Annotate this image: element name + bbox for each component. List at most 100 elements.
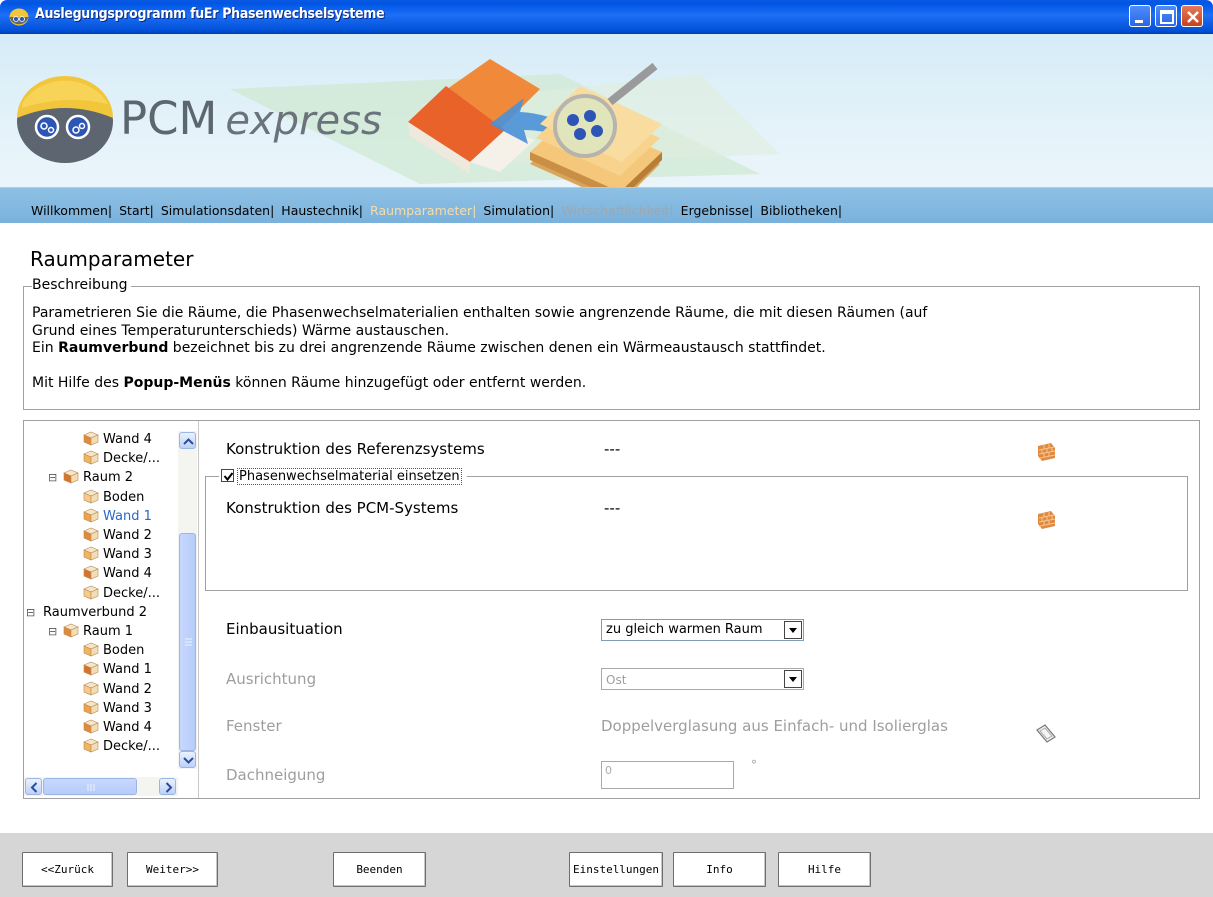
dachneigung-input[interactable]: 0 xyxy=(601,761,734,789)
brick-wall-icon[interactable] xyxy=(1035,442,1059,462)
tree-item[interactable]: Decke/... xyxy=(82,737,160,756)
tree-item-label: Wand 1 xyxy=(103,662,152,678)
tree-item-label: Raum 1 xyxy=(83,624,134,639)
chevron-down-icon xyxy=(183,757,194,764)
bold-term: Raumverbund xyxy=(58,340,169,356)
scroll-thumb[interactable] xyxy=(179,533,196,751)
expand-toggle-icon[interactable]: ⊟ xyxy=(48,468,58,487)
nav-item-simulation[interactable]: Simulation| xyxy=(483,203,554,218)
tree-item-label: Boden xyxy=(103,643,145,659)
room-cube-icon xyxy=(83,431,99,446)
ausrichtung-value: Ost xyxy=(606,673,627,687)
room-cube-icon xyxy=(83,450,99,465)
tree-item-label: Wand 2 xyxy=(103,681,152,697)
nav-item-willkommen[interactable]: Willkommen| xyxy=(31,203,112,218)
room-cube-icon xyxy=(83,566,99,580)
room-cube-icon xyxy=(83,489,99,504)
einbausituation-label: Einbausituation xyxy=(226,620,343,638)
maximize-icon xyxy=(1160,10,1174,24)
minimize-button[interactable] xyxy=(1129,5,1151,27)
tree-item[interactable]: Decke/... xyxy=(82,449,160,468)
settings-button[interactable]: Einstellungen xyxy=(569,852,663,887)
quit-button[interactable]: Beenden xyxy=(333,852,426,887)
nav-item-haustechnik[interactable]: Haustechnik| xyxy=(281,203,363,218)
tree-item[interactable]: ⊟ Raum 1 xyxy=(48,622,133,641)
pcm-checkbox-row[interactable]: Phasenwechselmaterial einsetzen xyxy=(219,468,467,486)
tree-item-label: Wand 1 xyxy=(103,508,152,524)
tree-item[interactable]: Wand 2 xyxy=(82,680,152,699)
pcm-checkbox-label[interactable]: Phasenwechselmaterial einsetzen xyxy=(237,468,462,485)
room-cube-icon xyxy=(83,662,99,676)
room-cube-icon xyxy=(83,642,99,657)
einbausituation-select[interactable]: zu gleich warmen Raum xyxy=(601,619,804,641)
room-cube-icon xyxy=(83,738,99,753)
scroll-down-button[interactable] xyxy=(179,751,196,768)
scroll-right-button[interactable] xyxy=(159,778,176,795)
scroll-thumb[interactable] xyxy=(43,778,137,795)
room-cube-icon xyxy=(83,700,99,715)
main-nav: Willkommen| Start| Simulationsdaten| Hauste… xyxy=(0,187,1213,223)
tree-item[interactable]: Wand 3 xyxy=(82,545,152,564)
brand-name: PCM xyxy=(120,92,218,145)
help-button[interactable]: Hilfe xyxy=(778,852,871,887)
tree-item-label: Decke/... xyxy=(103,585,160,601)
tree-item-label: Boden xyxy=(103,489,145,505)
window-title-bar: Auslegungsprogramm fuEr Phasenwechselsys… xyxy=(0,0,1213,34)
tree-item[interactable]: Decke/... xyxy=(82,584,160,603)
tree-item[interactable]: ⊟ Raumverbund 2 xyxy=(26,603,147,622)
brick-wall-icon[interactable] xyxy=(1035,510,1059,530)
nav-item-ergebnisse[interactable]: Ergebnisse| xyxy=(681,203,754,218)
tree-item[interactable]: Wand 4 xyxy=(82,430,152,449)
tree-item-label: Raum 2 xyxy=(83,470,134,486)
nav-item-start[interactable]: Start| xyxy=(119,203,154,218)
nav-item-wirtschaftlichkeit: Wirtschaftlichkeit| xyxy=(561,203,674,218)
next-button[interactable]: Weiter>> xyxy=(127,852,218,887)
room-cube-icon xyxy=(83,527,99,542)
tree-vertical-scrollbar[interactable] xyxy=(178,431,197,769)
nav-item-raumparameter[interactable]: Raumparameter| xyxy=(370,203,476,218)
tree-item[interactable]: ⊟ Raum 2 xyxy=(48,468,133,487)
minimize-icon xyxy=(1135,20,1143,23)
dropdown-arrow-icon[interactable] xyxy=(784,670,802,688)
tree-item[interactable]: Boden xyxy=(82,488,144,507)
fenster-value: Doppelverglasung aus Einfach- und Isolie… xyxy=(601,717,948,735)
room-cube-icon xyxy=(83,681,99,696)
scroll-up-button[interactable] xyxy=(179,432,196,449)
nav-item-simulationsdaten[interactable]: Simulationsdaten| xyxy=(161,203,274,218)
tree-item-label: Wand 4 xyxy=(103,566,152,582)
reference-construction-label: Konstruktion des Referenzsystems xyxy=(226,440,485,458)
text-span: bezeichnet bis zu drei angrenzende Räume… xyxy=(168,340,826,356)
expand-toggle-icon[interactable]: ⊟ xyxy=(26,603,36,622)
close-button[interactable] xyxy=(1181,5,1203,27)
dropdown-arrow-icon[interactable] xyxy=(784,621,802,639)
einbausituation-value: zu gleich warmen Raum xyxy=(606,622,763,637)
maximize-button[interactable] xyxy=(1155,5,1177,27)
expand-toggle-icon[interactable]: ⊟ xyxy=(48,622,58,641)
scroll-left-button[interactable] xyxy=(25,778,42,795)
room-cube-icon xyxy=(83,546,99,561)
tree-item[interactable]: Wand 4 xyxy=(82,718,152,737)
tree-item[interactable]: Wand 1 xyxy=(82,660,152,679)
window-pane-icon[interactable] xyxy=(1033,723,1059,745)
tree-item[interactable]: Wand 1 xyxy=(82,507,152,526)
nav-items: Willkommen| Start| Simulationsdaten| Hauste… xyxy=(31,203,849,218)
chevron-right-icon xyxy=(165,782,173,793)
tree-horizontal-scrollbar[interactable] xyxy=(24,777,178,796)
tree-item-label: Wand 2 xyxy=(103,528,152,543)
info-button[interactable]: Info xyxy=(673,852,766,887)
back-button[interactable]: <<Zurück xyxy=(22,852,113,887)
nav-item-bibliotheken[interactable]: Bibliotheken| xyxy=(760,203,842,218)
tree-item-label: Wand 4 xyxy=(103,720,152,735)
tree-item[interactable]: Boden xyxy=(82,641,144,660)
tree-item[interactable]: Wand 4 xyxy=(82,564,152,583)
description-line: Parametrieren Sie die Räume, die Phasenw… xyxy=(32,305,928,321)
text-span: können Räume hinzugefügt oder entfernt w… xyxy=(230,375,587,391)
fenster-label: Fenster xyxy=(226,717,282,735)
ausrichtung-select[interactable]: Ost xyxy=(601,668,804,690)
tree-item[interactable]: Wand 2 xyxy=(82,526,152,545)
room-cube-icon xyxy=(83,585,99,600)
tree-item[interactable]: Wand 3 xyxy=(82,699,152,718)
tree-item-label: Wand 3 xyxy=(103,547,152,563)
room-tree[interactable]: Wand 4 Decke/... ⊟ Raum 2 Boden Wand 1 Wand 2 W… xyxy=(24,421,199,798)
pcm-checkbox[interactable] xyxy=(221,469,234,482)
